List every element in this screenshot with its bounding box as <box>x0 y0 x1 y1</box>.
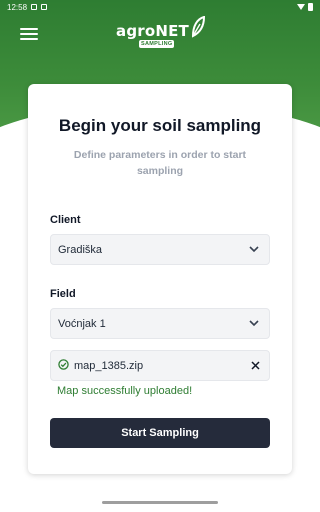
check-circle-icon <box>58 357 69 375</box>
client-value: Gradiška <box>58 243 103 256</box>
field-select[interactable]: Voćnjak 1 <box>50 308 270 339</box>
upload-success-message: Map successfully uploaded! <box>57 385 193 397</box>
home-indicator[interactable] <box>102 501 218 504</box>
sim-icon <box>41 4 48 10</box>
status-time: 12:58 <box>7 2 28 12</box>
chevron-down-icon <box>249 319 259 329</box>
logo-text: agroNET <box>116 22 189 40</box>
field-label: Field <box>50 288 76 300</box>
menu-icon-bar <box>20 28 38 30</box>
client-label: Client <box>50 214 81 226</box>
uploaded-file: map_1385.zip <box>50 350 270 381</box>
remove-file-button[interactable] <box>249 360 261 372</box>
status-bar: 12:58 <box>0 0 320 14</box>
sampling-card: Begin your soil sampling Define paramete… <box>28 84 292 474</box>
start-sampling-button[interactable]: Start Sampling <box>50 418 270 448</box>
wifi-icon <box>297 4 305 10</box>
notification-icon <box>31 4 38 10</box>
menu-button[interactable] <box>20 28 38 40</box>
page-subtitle: Define parameters in order to start samp… <box>73 149 247 177</box>
logo-badge: SAMPLING <box>139 40 175 48</box>
page-title: Begin your soil sampling <box>58 116 262 135</box>
battery-icon <box>308 3 313 11</box>
field-value: Voćnjak 1 <box>58 317 106 330</box>
chevron-down-icon <box>249 245 259 255</box>
menu-icon-bar <box>20 38 38 40</box>
close-icon <box>250 361 260 370</box>
file-name: map_1385.zip <box>74 359 144 372</box>
app-logo: agroNET SAMPLING <box>116 15 206 48</box>
menu-icon-bar <box>20 33 38 35</box>
logo-leaf-icon <box>191 15 206 43</box>
client-select[interactable]: Gradiška <box>50 234 270 265</box>
